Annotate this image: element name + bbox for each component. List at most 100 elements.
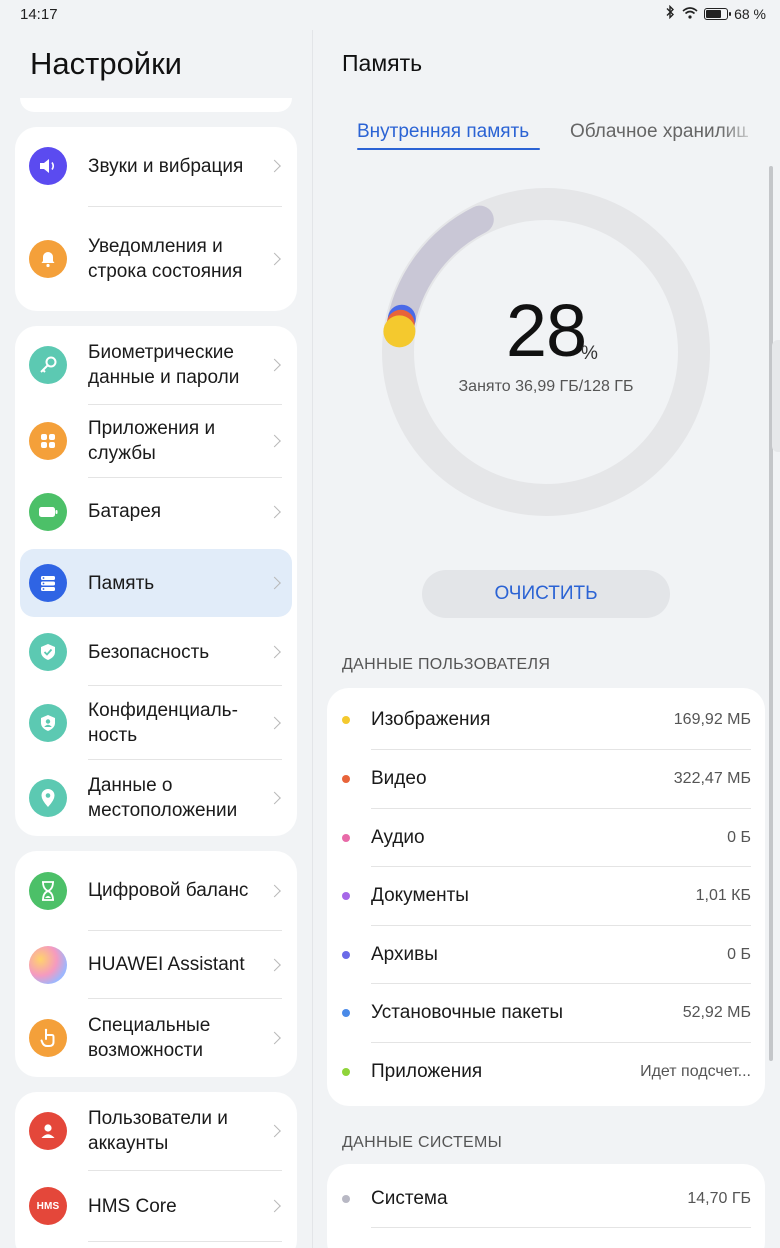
- storage-row-audio[interactable]: Аудио 0 Б: [327, 809, 765, 867]
- storage-icon: [29, 564, 67, 602]
- privacy-shield-icon: [29, 703, 67, 742]
- storage-row-system[interactable]: Система 14,70 ГБ: [327, 1170, 765, 1228]
- chevron-right-icon: [268, 645, 281, 659]
- battery-status-icon: [704, 7, 732, 20]
- sidebar-item-accessibility[interactable]: Специальные возможности: [15, 999, 297, 1077]
- status-time: 14:17: [20, 6, 58, 23]
- sidebar-item-notifications[interactable]: Уведомления и строка состояния: [15, 207, 297, 311]
- storage-row-value: 0 Б: [727, 829, 751, 846]
- sidebar-item-users-accounts[interactable]: Пользователи и аккаунты: [15, 1092, 297, 1170]
- sidebar-item-security[interactable]: Безопасность: [15, 619, 297, 685]
- storage-row-value: 169,92 МБ: [673, 711, 751, 728]
- storage-row-archives[interactable]: Архивы 0 Б: [327, 926, 765, 984]
- legend-dot: [342, 951, 350, 959]
- sidebar-item-privacy[interactable]: Конфиденциаль-ность: [15, 686, 297, 759]
- sidebar-item-sounds[interactable]: Звуки и вибрация: [15, 127, 297, 205]
- user-icon: [29, 1112, 67, 1150]
- hourglass-icon: [29, 871, 67, 910]
- storage-row-apps[interactable]: Приложения Идет подсчет...: [327, 1043, 765, 1101]
- usage-percent-value: 28: [505, 289, 587, 372]
- chevron-right-icon: [268, 434, 281, 448]
- sidebar-item-digital-balance[interactable]: Цифровой баланс: [15, 851, 297, 930]
- apps-icon: [29, 422, 67, 460]
- legend-dot: [342, 834, 350, 842]
- sidebar-group-wellbeing: Цифровой баланс HUAWEI Assistant Специал…: [15, 851, 297, 1077]
- active-tab-indicator: [357, 148, 540, 150]
- bluetooth-icon: [664, 4, 676, 22]
- sidebar-item-battery[interactable]: Батарея: [15, 478, 297, 545]
- sidebar-group-accounts: Пользователи и аккаунты HMS HMS Core: [15, 1092, 297, 1248]
- sidebar-item-hms-core[interactable]: HMS HMS Core: [15, 1171, 297, 1241]
- chevron-right-icon: [268, 716, 281, 729]
- chevron-right-icon: [268, 576, 281, 590]
- clean-button[interactable]: ОЧИСТИТЬ: [422, 570, 670, 618]
- hms-icon: HMS: [29, 1187, 67, 1225]
- tab-internal-storage[interactable]: Внутренняя память: [357, 121, 529, 143]
- legend-dot: [342, 1195, 350, 1203]
- battery-icon: [29, 492, 67, 531]
- sidebar-item-biometrics[interactable]: Биометрические данные и пароли: [15, 326, 297, 404]
- page-title: Память: [342, 50, 423, 76]
- storage-row-images[interactable]: Изображения 169,92 МБ: [327, 691, 765, 749]
- storage-row-label: Изображения: [371, 709, 491, 730]
- chevron-right-icon: [268, 958, 281, 971]
- storage-row-label: Аудио: [371, 827, 425, 848]
- chevron-right-icon: [268, 1031, 281, 1045]
- chevron-right-icon: [268, 791, 281, 805]
- storage-row-label: Видео: [371, 768, 427, 789]
- pane-divider: [312, 30, 313, 1248]
- system-data-header: ДАННЫЕ СИСТЕМЫ: [342, 1134, 503, 1151]
- sidebar-item-label: Цифровой баланс: [88, 880, 249, 901]
- sidebar-item-huawei-assistant[interactable]: HUAWEI Assistant: [15, 931, 297, 998]
- storage-row-install-packages[interactable]: Установочные пакеты 52,92 МБ: [327, 984, 765, 1042]
- storage-row-label: Приложения: [371, 1061, 483, 1082]
- sidebar-item-label: Безопасность: [88, 641, 210, 663]
- chevron-right-icon: [268, 505, 281, 518]
- shield-check-icon: [29, 633, 67, 671]
- storage-row-value: 14,70 ГБ: [687, 1190, 751, 1207]
- sidebar-group-system: Биометрические данные и пароли Приложени…: [15, 326, 297, 836]
- legend-dot: [342, 1009, 350, 1017]
- user-data-card: Изображения 169,92 МБ Видео 322,47 МБ Ау…: [327, 688, 765, 1106]
- storage-row-label: Архивы: [371, 944, 438, 965]
- storage-row-value: 322,47 МБ: [673, 770, 751, 787]
- chevron-right-icon: [268, 252, 281, 266]
- status-bar: 14:17 68 %: [0, 0, 780, 30]
- status-icons: 68 %: [664, 4, 766, 22]
- bell-icon: [29, 240, 67, 278]
- sidebar-item-location[interactable]: Данные о местоположении: [15, 760, 297, 836]
- sidebar-group-sound-notifications: Звуки и вибрация Уведомления и строка со…: [15, 127, 297, 311]
- sidebar-item-label: Приложения и службы: [88, 418, 216, 464]
- legend-dot: [342, 775, 350, 783]
- key-icon: [29, 346, 67, 384]
- usage-percent-sign: %: [581, 343, 598, 364]
- sidebar-item-label: HMS Core: [88, 1195, 177, 1217]
- usage-detail-text: Занято 36,99 ГБ/128 ГБ: [458, 378, 634, 395]
- chevron-right-icon: [268, 159, 281, 173]
- settings-sidebar: Настройки Звуки и вибрация Уведомления и…: [0, 30, 312, 1248]
- sidebar-item-label: Конфиденциаль-ность: [88, 699, 238, 746]
- battery-percent: 68 %: [734, 5, 766, 22]
- sidebar-item-label: Данные о местоположении: [88, 775, 238, 821]
- tabs-fade: [720, 115, 760, 149]
- sound-icon: [29, 147, 67, 185]
- user-data-header: ДАННЫЕ ПОЛЬЗОВАТЕЛЯ: [342, 656, 551, 673]
- storage-row-video[interactable]: Видео 322,47 МБ: [327, 750, 765, 808]
- scrollbar[interactable]: [769, 166, 773, 1061]
- sidebar-item-label: Батарея: [88, 501, 162, 522]
- divider: [88, 1241, 282, 1242]
- sidebar-title: Настройки: [30, 46, 183, 81]
- chevron-right-icon: [268, 1199, 281, 1213]
- system-data-card: Система 14,70 ГБ: [327, 1164, 765, 1248]
- legend-dot: [342, 716, 350, 724]
- sidebar-item-storage[interactable]: Память: [20, 549, 292, 617]
- chevron-right-icon: [268, 1124, 281, 1138]
- chevron-right-icon: [268, 358, 281, 372]
- sidebar-item-apps[interactable]: Приложения и службы: [15, 405, 297, 477]
- side-edge-handle[interactable]: [772, 340, 780, 452]
- storage-row-documents[interactable]: Документы 1,01 КБ: [327, 867, 765, 925]
- legend-dot: [342, 892, 350, 900]
- storage-row-value: 0 Б: [727, 946, 751, 963]
- divider: [371, 1227, 751, 1228]
- hand-icon: [29, 1019, 67, 1057]
